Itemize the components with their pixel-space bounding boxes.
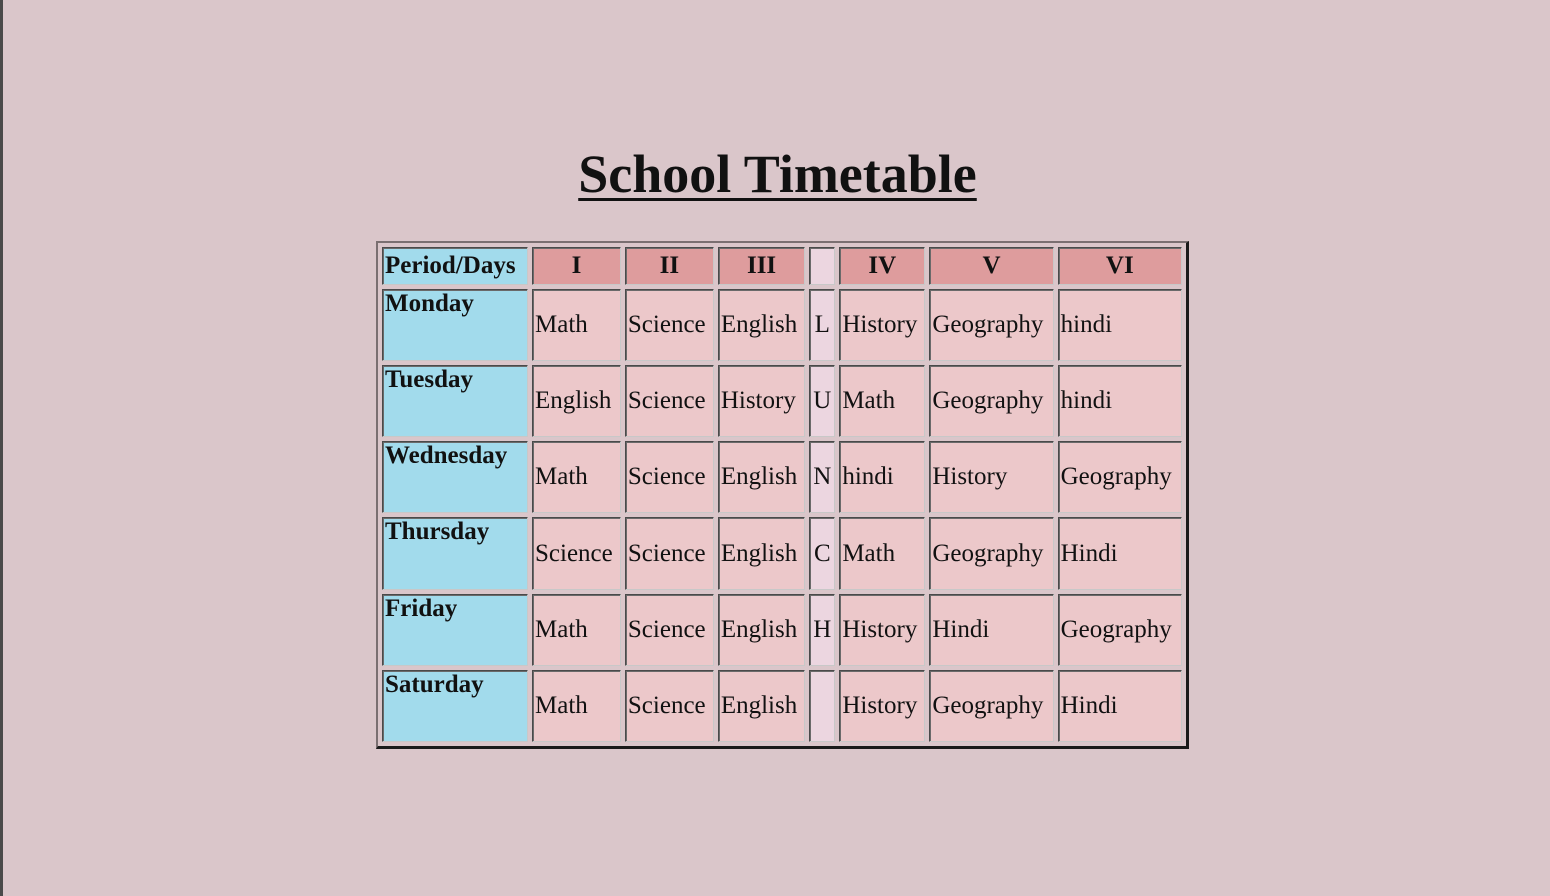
- table-row-monday: Monday Math Science English L History Ge…: [382, 289, 1182, 362]
- subject-cell: English: [717, 289, 806, 362]
- lunch-cell: H: [809, 593, 836, 666]
- corner-header: Period/Days: [382, 247, 528, 285]
- subject-cell: History: [839, 669, 926, 742]
- period-header-2: II: [624, 247, 714, 285]
- table-row-saturday: Saturday Math Science English History Ge…: [382, 669, 1182, 742]
- lunch-cell: [809, 669, 836, 742]
- subject-cell: Hindi: [929, 593, 1054, 666]
- subject-cell: Geography: [929, 669, 1054, 742]
- lunch-cell: U: [809, 365, 836, 438]
- subject-cell: Geography: [929, 289, 1054, 362]
- subject-cell: Geography: [1057, 441, 1182, 514]
- subject-cell: English: [717, 669, 806, 742]
- subject-cell: Hindi: [1057, 669, 1182, 742]
- subject-cell: History: [717, 365, 806, 438]
- subject-cell: Science: [624, 365, 714, 438]
- subject-cell: History: [839, 289, 926, 362]
- subject-cell: History: [929, 441, 1054, 514]
- subject-cell: Geography: [929, 365, 1054, 438]
- subject-cell: English: [717, 517, 806, 590]
- table-row-tuesday: Tuesday English Science History U Math G…: [382, 365, 1182, 438]
- subject-cell: Science: [624, 517, 714, 590]
- period-header-5: V: [929, 247, 1054, 285]
- day-label: Tuesday: [382, 365, 528, 438]
- lunch-cell: L: [809, 289, 836, 362]
- subject-cell: English: [717, 441, 806, 514]
- day-label: Saturday: [382, 669, 528, 742]
- subject-cell: Hindi: [1057, 517, 1182, 590]
- lunch-header: [809, 247, 836, 285]
- subject-cell: Science: [624, 289, 714, 362]
- day-label: Thursday: [382, 517, 528, 590]
- subject-cell: Geography: [1057, 593, 1182, 666]
- subject-cell: hindi: [1057, 289, 1182, 362]
- subject-cell: Science: [532, 517, 621, 590]
- subject-cell: Math: [839, 365, 926, 438]
- subject-cell: Math: [532, 669, 621, 742]
- lunch-cell: N: [809, 441, 836, 514]
- subject-cell: English: [717, 593, 806, 666]
- timetable: Period/Days I II III IV V VI Monday Math…: [376, 241, 1189, 749]
- day-label: Friday: [382, 593, 528, 666]
- period-header-4: IV: [839, 247, 926, 285]
- table-row-wednesday: Wednesday Math Science English N hindi H…: [382, 441, 1182, 514]
- subject-cell: hindi: [839, 441, 926, 514]
- header-row: Period/Days I II III IV V VI: [382, 247, 1182, 285]
- subject-cell: Geography: [929, 517, 1054, 590]
- period-header-3: III: [717, 247, 806, 285]
- subject-cell: Math: [532, 593, 621, 666]
- table-row-friday: Friday Math Science English H History Hi…: [382, 593, 1182, 666]
- subject-cell: Science: [624, 593, 714, 666]
- subject-cell: Science: [624, 669, 714, 742]
- subject-cell: English: [532, 365, 621, 438]
- subject-cell: hindi: [1057, 365, 1182, 438]
- subject-cell: Math: [839, 517, 926, 590]
- subject-cell: History: [839, 593, 926, 666]
- day-label: Wednesday: [382, 441, 528, 514]
- subject-cell: Math: [532, 441, 621, 514]
- window-left-edge: [0, 0, 3, 896]
- subject-cell: Science: [624, 441, 714, 514]
- lunch-cell: C: [809, 517, 836, 590]
- period-header-6: VI: [1057, 247, 1182, 285]
- day-label: Monday: [382, 289, 528, 362]
- page-title: School Timetable: [578, 144, 977, 204]
- table-row-thursday: Thursday Science Science English C Math …: [382, 517, 1182, 590]
- period-header-1: I: [532, 247, 621, 285]
- subject-cell: Math: [532, 289, 621, 362]
